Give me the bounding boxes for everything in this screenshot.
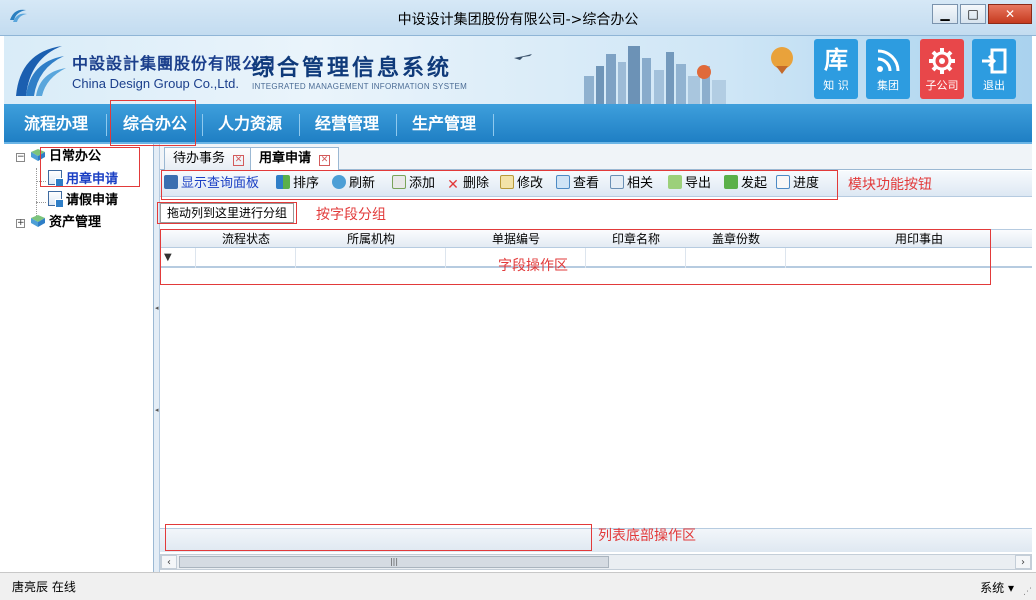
minimize-button[interactable]: ▁ (932, 4, 958, 24)
gear-icon (920, 43, 964, 77)
company-logo-icon (16, 46, 66, 96)
menu-operations[interactable]: 经营管理 (315, 104, 379, 144)
window-titlebar: 中设设计集团股份有限公司->综合办公 ▁ □ ✕ (0, 0, 1036, 36)
collapse-left-icon[interactable]: ◂ (155, 304, 159, 312)
annotation-label-footer: 列表底部操作区 (598, 528, 696, 544)
dropdown-icon: ▾ (1007, 581, 1014, 595)
system-menu[interactable]: 系统 ▾ (980, 579, 1014, 596)
company-name-en: China Design Group Co.,Ltd. (72, 76, 239, 91)
document-icon (48, 191, 64, 208)
tree-node-asset-management[interactable]: + 资产管理 (16, 212, 101, 234)
city-skyline-decoration (514, 46, 793, 104)
status-bar: 唐亮辰 在线 系统 ▾ ⋰ (0, 572, 1036, 600)
menu-process[interactable]: 流程办理 (24, 104, 88, 144)
maximize-button[interactable]: □ (960, 4, 986, 24)
group-tile[interactable]: 集团 (866, 39, 910, 99)
system-title: 综合管理信息系统 (252, 55, 453, 81)
company-name-cn: 中設設計集團股份有限公司 (72, 54, 277, 73)
annotation-box-group (157, 202, 297, 224)
menu-production[interactable]: 生产管理 (412, 104, 476, 144)
annotation-label-group: 按字段分组 (316, 207, 386, 223)
tab-strip: 待办事务 ✕ 用章申请 ✕ (160, 144, 1032, 171)
resize-grip-icon[interactable]: ⋰ (1023, 587, 1032, 597)
annotation-box-menu (110, 100, 196, 146)
tree-node-leave-application[interactable]: 请假申请 (48, 190, 118, 212)
annotation-label-toolbar: 模块功能按钮 (848, 177, 932, 193)
header-banner: 中設設計集團股份有限公司 China Design Group Co.,Ltd.… (4, 36, 1032, 104)
annotation-box-tree (40, 147, 140, 187)
close-tab-icon[interactable]: ✕ (319, 155, 331, 166)
annotation-box-footer (165, 524, 592, 551)
rss-icon (866, 43, 910, 77)
online-user: 唐亮辰 在线 (12, 580, 76, 594)
annotation-box-toolbar (161, 170, 838, 200)
grid-body[interactable] (160, 270, 1032, 526)
scroll-right-icon[interactable]: › (1015, 555, 1031, 569)
scroll-left-icon[interactable]: ‹ (161, 555, 177, 569)
collapse-left-icon[interactable]: ◂ (155, 406, 159, 414)
expand-toggle[interactable]: + (16, 219, 25, 228)
close-tab-icon[interactable]: ✕ (233, 155, 245, 166)
navigation-tree: − 日常办公 用章申请 请假申请 + 资产管理 (4, 144, 154, 572)
system-subtitle: INTEGRATED MANAGEMENT INFORMATION SYSTEM (252, 82, 468, 91)
collapse-toggle[interactable]: − (16, 153, 25, 162)
annotation-box-fields (160, 229, 991, 285)
menu-hr[interactable]: 人力资源 (218, 104, 282, 144)
library-icon: 库 (824, 46, 848, 74)
knowledge-base-tile[interactable]: 库 知 识 (814, 39, 858, 99)
exit-icon (972, 43, 1016, 77)
folder-icon (31, 215, 45, 227)
horizontal-scrollbar[interactable]: ‹ ||| › (160, 554, 1032, 570)
scroll-thumb[interactable]: ||| (179, 556, 609, 568)
annotation-label-fields: 字段操作区 (498, 258, 568, 274)
logout-tile[interactable]: 退出 (972, 39, 1016, 99)
tab-seal-application[interactable]: 用章申请 ✕ (250, 147, 340, 171)
subsidiary-tile[interactable]: 子公司 (920, 39, 964, 99)
tab-todo[interactable]: 待办事务 ✕ (164, 147, 254, 170)
window-title: 中设设计集团股份有限公司->综合办公 (397, 12, 639, 28)
close-button[interactable]: ✕ (988, 4, 1032, 24)
